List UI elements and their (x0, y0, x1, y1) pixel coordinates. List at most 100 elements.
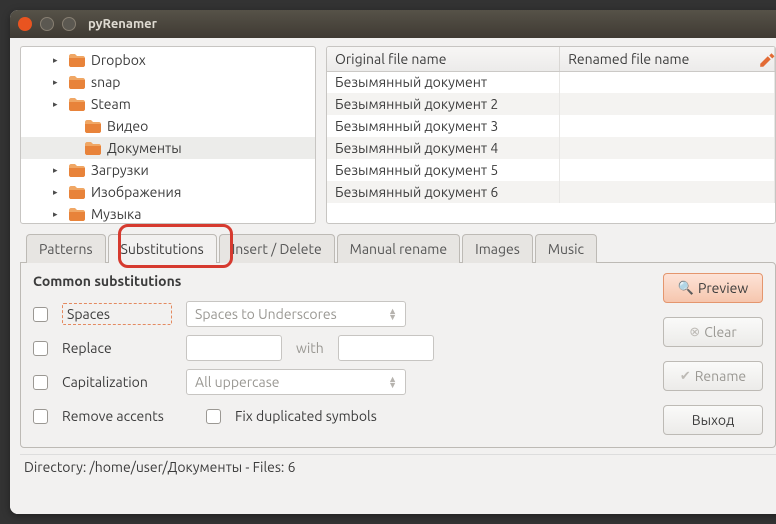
expander-icon[interactable]: ▸ (53, 209, 63, 220)
tree-item[interactable]: ▸ Музыка (21, 203, 315, 224)
fix-duplicated-checkbox[interactable] (206, 409, 221, 424)
expander-icon[interactable]: ▸ (53, 55, 63, 66)
cell-renamed (560, 93, 775, 115)
cell-renamed (560, 71, 775, 93)
status-bar: Directory: /home/user/Документы - Files:… (20, 454, 776, 478)
cell-original: Безымянный документ 6 (327, 181, 560, 203)
rename-button[interactable]: ✔ Rename (663, 361, 763, 391)
file-list-pane: Original file name Renamed file name Без… (326, 46, 776, 224)
status-text: Directory: /home/user/Документы - Files:… (24, 459, 295, 475)
clear-button-label: Clear (704, 324, 736, 340)
with-label: with (296, 340, 324, 356)
table-row[interactable]: Безымянный документ (327, 71, 775, 93)
exit-button[interactable]: Выход (663, 405, 763, 435)
folder-icon (69, 164, 85, 177)
tree-item[interactable]: ▸ Загрузки (21, 159, 315, 181)
cell-renamed (560, 115, 775, 137)
table-row[interactable]: Безымянный документ 4 (327, 137, 775, 159)
table-row[interactable]: Безымянный документ 3 (327, 115, 775, 137)
tree-label: snap (91, 74, 120, 90)
tab-manual-rename[interactable]: Manual rename (337, 234, 460, 263)
tree-label: Steam (91, 96, 131, 112)
replace-checkbox[interactable] (33, 341, 48, 356)
settings-icon[interactable] (758, 51, 776, 72)
spaces-combo[interactable]: Spaces to Underscores ▲▼ (186, 301, 406, 327)
replace-from-input[interactable] (186, 335, 282, 361)
col-renamed[interactable]: Renamed file name (560, 47, 775, 71)
chevron-updown-icon: ▲▼ (388, 376, 397, 388)
tab-body-substitutions: Common substitutions Spaces Spaces to Un… (20, 262, 776, 448)
cell-original: Безымянный документ 4 (327, 137, 560, 159)
preview-button-label: Preview (698, 280, 748, 296)
tabs-area: Patterns Substitutions Insert / Delete M… (20, 230, 776, 448)
cell-original: Безымянный документ 2 (327, 93, 560, 115)
clear-button[interactable]: ⊗ Clear (663, 317, 763, 347)
tree-item[interactable]: ▸ Изображения (21, 181, 315, 203)
fix-duplicated-label: Fix duplicated symbols (235, 408, 377, 424)
cell-renamed (560, 159, 775, 181)
col-original[interactable]: Original file name (327, 47, 560, 71)
tree-item[interactable]: ▸ Dropbox (21, 49, 315, 71)
tree-label: Видео (107, 118, 148, 134)
expander-icon[interactable]: ▸ (53, 99, 63, 110)
spaces-label: Spaces (62, 303, 172, 325)
folder-icon (69, 76, 85, 89)
folder-icon (85, 120, 101, 133)
capitalization-checkbox[interactable] (33, 375, 48, 390)
clear-icon: ⊗ (689, 325, 700, 340)
tree-item[interactable]: ▸ Steam (21, 93, 315, 115)
tree-label: Документы (107, 140, 182, 156)
expander-icon[interactable]: ▸ (53, 165, 63, 176)
folder-icon (69, 208, 85, 221)
chevron-updown-icon: ▲▼ (388, 308, 397, 320)
expander-icon[interactable]: ▸ (53, 187, 63, 198)
tab-substitutions[interactable]: Substitutions (108, 234, 217, 263)
titlebar: pyRenamer (10, 10, 776, 38)
accents-label: Remove accents (62, 408, 192, 424)
capitalization-combo[interactable]: All uppercase ▲▼ (186, 369, 406, 395)
tree-label: Изображения (91, 184, 181, 200)
search-icon: 🔍 (678, 281, 694, 296)
tree-label: Загрузки (91, 162, 149, 178)
tab-music[interactable]: Music (535, 234, 597, 263)
folder-tree[interactable]: ▸Dropbox▸snap▸Steam▸Видео▸Документы▸Загр… (20, 46, 316, 224)
replace-to-input[interactable] (338, 335, 434, 361)
cell-original: Безымянный документ (327, 71, 560, 93)
app-window: pyRenamer ▸Dropbox▸snap▸Steam▸Видео▸Доку… (10, 10, 776, 514)
window-maximize-button[interactable] (62, 17, 76, 31)
top-panels: ▸Dropbox▸snap▸Steam▸Видео▸Документы▸Загр… (20, 46, 776, 224)
folder-icon (69, 98, 85, 111)
tab-insert-delete[interactable]: Insert / Delete (219, 234, 335, 263)
capitalization-label: Capitalization (62, 374, 172, 390)
replace-label: Replace (62, 340, 172, 356)
accents-checkbox[interactable] (33, 409, 48, 424)
section-title: Common substitutions (33, 273, 649, 289)
cell-renamed (560, 137, 775, 159)
rename-button-label: Rename (695, 368, 746, 384)
file-table[interactable]: Original file name Renamed file name Без… (327, 47, 775, 203)
tree-item[interactable]: ▸Документы (21, 137, 315, 159)
window-title: pyRenamer (88, 17, 157, 31)
tree-item[interactable]: ▸ snap (21, 71, 315, 93)
spaces-combo-value: Spaces to Underscores (195, 306, 337, 322)
window-minimize-button[interactable] (40, 17, 54, 31)
tab-patterns[interactable]: Patterns (26, 234, 106, 263)
tree-label: Dropbox (91, 52, 146, 68)
capitalization-combo-value: All uppercase (195, 374, 280, 390)
table-row[interactable]: Безымянный документ 2 (327, 93, 775, 115)
window-close-button[interactable] (18, 17, 32, 31)
tab-images[interactable]: Images (462, 234, 533, 263)
tree-item[interactable]: ▸Видео (21, 115, 315, 137)
preview-button[interactable]: 🔍 Preview (663, 273, 763, 303)
folder-icon (69, 54, 85, 67)
tabs-row: Patterns Substitutions Insert / Delete M… (20, 230, 776, 262)
table-row[interactable]: Безымянный документ 5 (327, 159, 775, 181)
cell-renamed (560, 181, 775, 203)
tree-label: Музыка (91, 206, 141, 222)
cell-original: Безымянный документ 5 (327, 159, 560, 181)
content-area: ▸Dropbox▸snap▸Steam▸Видео▸Документы▸Загр… (10, 38, 776, 514)
expander-icon[interactable]: ▸ (53, 77, 63, 88)
table-row[interactable]: Безымянный документ 6 (327, 181, 775, 203)
spaces-checkbox[interactable] (33, 307, 48, 322)
exit-button-label: Выход (692, 412, 735, 428)
